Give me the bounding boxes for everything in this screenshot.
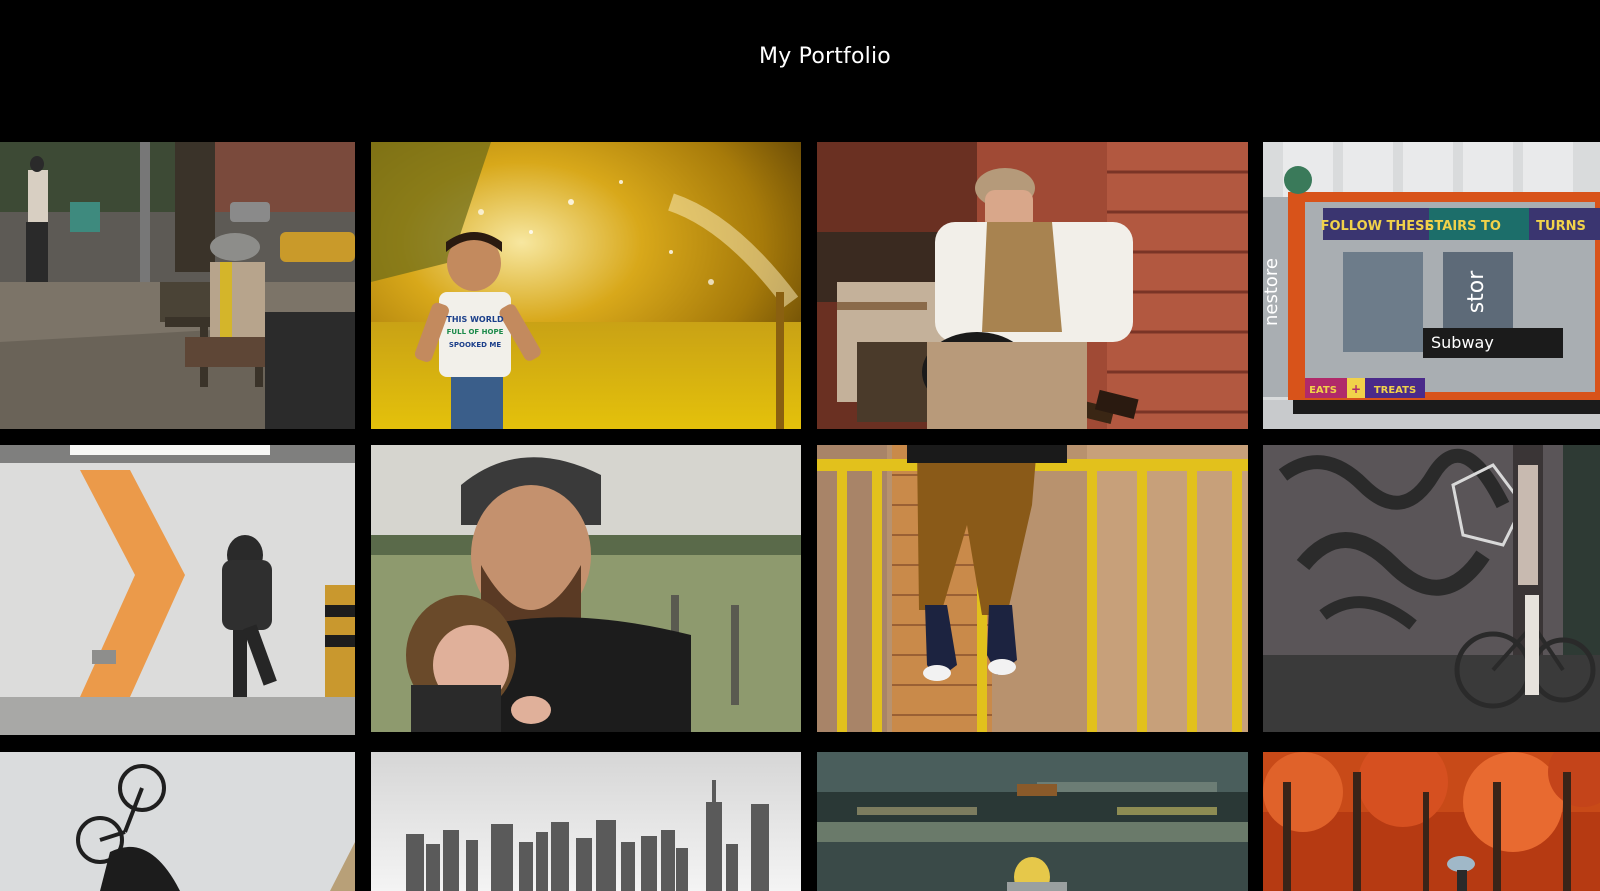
photo-autumn-park[interactable] [1263,752,1600,891]
photo-graffiti-bicycle[interactable] [1263,445,1600,732]
portfolio-gallery: THIS WORLD FULL OF HOPE SPOOKED ME FOLLO… [0,0,1600,891]
subway-label: Subway [1431,333,1494,352]
subway-bottom-text-3: TREATS [1374,385,1416,396]
subway-side-text-1: nestore [1263,258,1282,326]
shirt-text-1: THIS WORLD [446,315,504,324]
shirt-text-2: FULL OF HOPE [447,328,504,336]
subway-sign-text-1: FOLLOW THESE [1321,219,1434,234]
photo-sneakers-railing[interactable] [817,445,1248,732]
subway-sign-text-2: STAIRS TO [1425,219,1501,234]
photo-father-daughter[interactable] [371,445,801,732]
subway-sign-text-3: TURNS [1536,219,1586,234]
photo-chevron-hallway[interactable] [0,445,355,735]
photo-bmx-jump[interactable] [0,752,355,891]
subway-bottom-text-2: + [1351,382,1361,396]
photo-subway-entrance[interactable]: FOLLOW THESE STAIRS TO TURNS Subway EATS… [1263,142,1600,429]
subway-side-text-2: stor [1464,270,1489,314]
photo-street-bench[interactable] [0,142,355,429]
photo-sprinkler-boy[interactable]: THIS WORLD FULL OF HOPE SPOOKED ME [371,142,801,429]
photo-guitar-player[interactable] [817,142,1248,429]
photo-motion-blur-street[interactable] [817,752,1248,891]
photo-city-skyline[interactable] [371,752,801,891]
subway-bottom-text-1: EATS [1309,385,1337,396]
shirt-text-3: SPOOKED ME [449,341,501,349]
